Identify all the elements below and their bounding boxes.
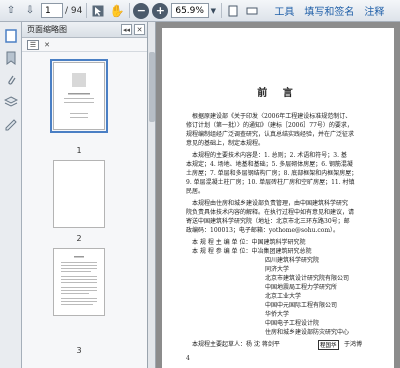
thumbnail-page-number: 1 <box>76 146 82 155</box>
participant-line: 华侨大学 <box>265 311 290 318</box>
page-up-icon[interactable]: ⇧ <box>3 3 19 19</box>
drafters-line: 本规程主要起草人：杨 沈 蒋剑平 <box>192 341 280 348</box>
participant-line: 北京工业大学 <box>265 293 302 300</box>
page-thumbnails-panel: 页面缩略图 ◂◂ ✕ ☰ ✕ 1 2 3 <box>22 22 148 368</box>
zoom-in-icon[interactable]: + <box>152 2 169 19</box>
thumbnail-page-number: 2 <box>76 234 82 243</box>
paragraph-line: 民居。 <box>186 188 205 195</box>
paragraph-line: 9. 单层混凝土柱厂房；10. 单层砖柱厂房和空旷房屋；11. 村镇 <box>186 179 355 186</box>
fill-and-sign-menu[interactable]: 填写和签名 <box>304 3 354 18</box>
options-menu-icon[interactable]: ☰ <box>27 39 39 50</box>
page-total: / 94 <box>65 5 83 16</box>
thumbnails-panel-header: 页面缩略图 ◂◂ ✕ <box>22 22 147 38</box>
divider <box>221 3 223 18</box>
page-title: 前 言 <box>257 88 299 99</box>
chevron-down-icon[interactable]: ▼ <box>209 3 217 19</box>
participant-line: 中国地震局工程力学研究所 <box>265 284 338 291</box>
paragraph-line: 根据原建设部《关于印发〈2006年工程建设标准规范制订、 <box>192 113 352 120</box>
attachments-icon[interactable] <box>3 72 19 88</box>
scrollbar-thumb[interactable] <box>149 52 155 122</box>
select-cursor-icon[interactable] <box>90 3 106 19</box>
divider <box>86 3 88 18</box>
participant-line: 本 规 程 参 编 单 位：中冶集团建筑研究总院 <box>192 248 312 255</box>
document-page: 前 言 根据原建设部《关于印发〈2006年工程建设标准规范制订、 修订计划（第一… <box>162 28 394 368</box>
fit-page-icon[interactable] <box>225 3 241 19</box>
participant-line: 同济大学 <box>265 266 290 273</box>
participant-line: 四川建筑科学研究院 <box>265 257 320 264</box>
thumbnail-scrollbar[interactable] <box>148 22 156 368</box>
page-thumbnail[interactable] <box>50 59 108 133</box>
paragraph-line: 院负责具体技术内容的解释。在执行过程中如有意见和建议，请 <box>186 209 355 216</box>
drafter-name: 于鸿博 <box>344 341 363 348</box>
highlighted-name-box: 程国华 <box>318 340 339 350</box>
page-thumbnail[interactable] <box>53 248 105 316</box>
hand-tool-icon[interactable]: ✋ <box>109 3 125 19</box>
collapse-panel-icon[interactable]: ◂◂ <box>121 24 132 35</box>
layers-icon[interactable] <box>3 94 19 110</box>
page-number: 4 <box>186 355 190 362</box>
page-thumbnail[interactable] <box>53 160 105 228</box>
zoom-out-icon[interactable]: − <box>133 2 150 19</box>
paragraph-line: 本规程由住房和城乡建设部负责管理，由中国建筑科学研究 <box>192 200 349 207</box>
divider <box>129 3 131 18</box>
participant-line: 中国电子工程设计院 <box>265 320 320 327</box>
delete-page-icon[interactable]: ✕ <box>41 40 53 50</box>
paragraph-line: 本规程的主要技术内容是：1. 总则；2. 术语和符号；3. 基 <box>192 152 347 159</box>
participant-line: 住房和城乡建设部防灾研究中心 <box>265 329 350 336</box>
participant-line: 中国中元国际工程有限公司 <box>265 302 338 309</box>
participant-line: 北京市建筑设计研究院有限公司 <box>265 275 350 282</box>
paragraph-line: 修订计划（第一批）〉的通知》（建标［2006］77号）的要求， <box>186 122 353 129</box>
paragraph-line: 政编码：100013；电子邮箱：yothome@sohu.com）。 <box>186 227 340 234</box>
navigation-strip <box>0 22 22 368</box>
page-thumbnails-icon[interactable] <box>3 28 19 44</box>
paragraph-line: 意见的基础上，制定本规程。 <box>186 140 265 147</box>
paragraph-line: 规程编制组经广泛调查研究，认真总结实践经验，并在广泛征求 <box>186 131 355 138</box>
paragraph-line: 寄送中国建筑科学研究院（地址：北京市北三环东路30号；邮 <box>186 218 350 225</box>
thumbnails-toolbar: ☰ ✕ <box>22 38 147 52</box>
document-view[interactable]: 前 言 根据原建设部《关于印发〈2006年工程建设标准规范制订、 修订计划（第一… <box>156 22 400 368</box>
bookmarks-icon[interactable] <box>3 50 19 66</box>
fit-width-icon[interactable] <box>244 3 260 19</box>
paragraph-line: 土房屋；7. 单层和多层钢结构厂房；8. 底部框架和内框架房屋； <box>186 170 358 177</box>
close-icon[interactable]: ✕ <box>134 24 145 35</box>
page-down-icon[interactable]: ⇩ <box>22 3 38 19</box>
tools-menu[interactable]: 工具 <box>274 3 294 18</box>
comment-menu[interactable]: 注释 <box>364 3 384 18</box>
zoom-level-select[interactable]: 65.9% <box>171 3 210 18</box>
main-toolbar: ⇧ ⇩ 1 / 94 ✋ − + 65.9% ▼ 工具 填写和签名 注释 <box>0 0 400 22</box>
signatures-icon[interactable] <box>3 116 19 132</box>
panel-title: 页面缩略图 <box>27 25 67 34</box>
page-number-input[interactable]: 1 <box>41 3 63 18</box>
thumbnail-page-number: 3 <box>76 346 82 355</box>
paragraph-line: 本规定；4. 场地、地基和基础；5. 多层砌体房屋；6. 钢筋混凝 <box>186 161 353 168</box>
chief-editor-line: 本 规 程 主 编 单 位：中国建筑科学研究院 <box>192 239 306 246</box>
